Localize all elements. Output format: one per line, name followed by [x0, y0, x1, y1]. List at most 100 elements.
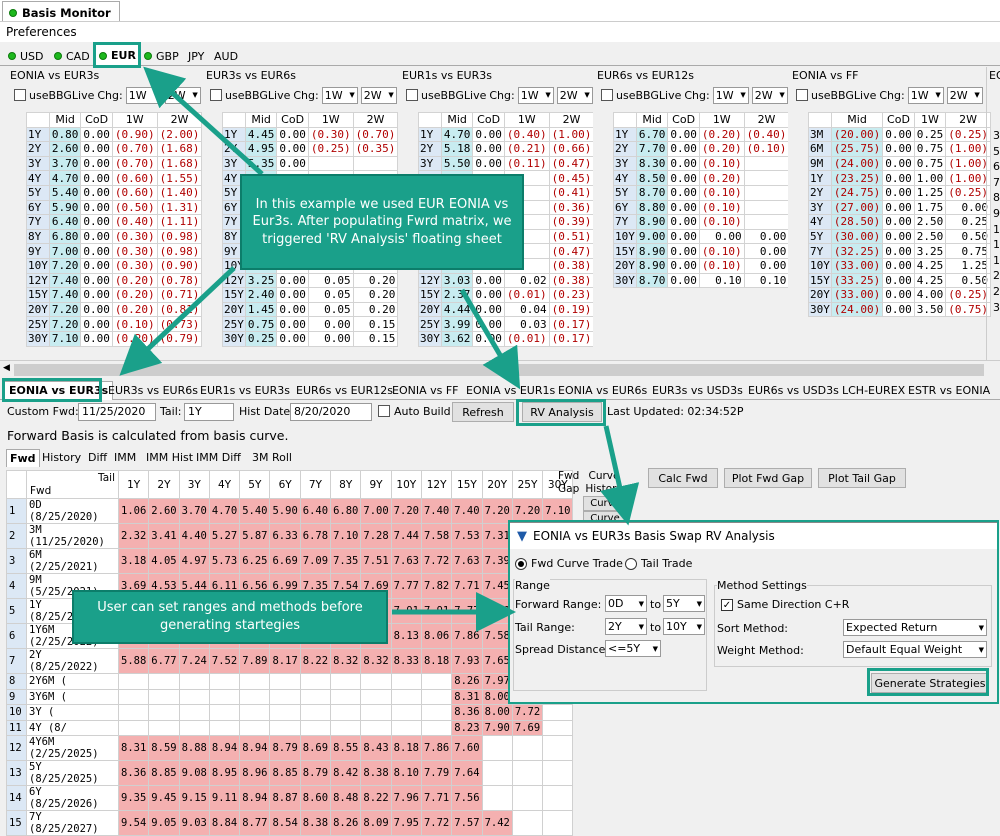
grid-cell[interactable]: [178, 688, 210, 705]
grid-cell[interactable]: 0.50: [945, 272, 991, 289]
grid-cell[interactable]: 0.00: [276, 155, 309, 172]
grid-cell[interactable]: 7.42: [481, 810, 513, 836]
grid-cell[interactable]: 0.00: [276, 126, 309, 143]
grid-cell[interactable]: 5.50: [440, 155, 474, 172]
grid-cell[interactable]: 4.70: [208, 498, 241, 524]
grid-cell[interactable]: 8.94: [239, 785, 271, 811]
grid-cell[interactable]: 9.00: [635, 228, 669, 245]
grid-cell[interactable]: 0.00: [667, 257, 700, 274]
custom-fwd-input[interactable]: 11/25/2020: [78, 403, 156, 421]
grid-cell[interactable]: 0.20: [352, 272, 399, 289]
grid-cell[interactable]: 0.00: [80, 155, 113, 172]
grid-cell[interactable]: 4.40: [178, 523, 210, 549]
scroll-left-icon[interactable]: ◀: [3, 363, 10, 373]
grid-cell[interactable]: (1.00): [548, 126, 595, 143]
grid-cell[interactable]: 5.90: [48, 199, 82, 216]
grid-cell[interactable]: [511, 810, 544, 836]
grid-cell[interactable]: 2.60: [148, 498, 180, 524]
grid-cell[interactable]: (0.25): [307, 141, 354, 157]
grid-cell[interactable]: 0.00: [80, 330, 113, 347]
grid-cell[interactable]: 8.06: [420, 623, 453, 649]
grid-cell[interactable]: [352, 155, 399, 172]
grid-cell[interactable]: 2.40: [244, 287, 278, 303]
grid-cell[interactable]: 0.02: [503, 272, 550, 289]
grid-cell[interactable]: (0.66): [548, 141, 595, 157]
grid-cell[interactable]: 8.84: [208, 810, 241, 836]
grid-cell[interactable]: (0.25): [945, 287, 991, 303]
grid-cell[interactable]: 8.32: [360, 648, 392, 674]
currency-tab-gbp[interactable]: GBP: [140, 47, 183, 65]
grid-cell[interactable]: 8.30: [635, 155, 669, 172]
grid-cell[interactable]: 0.00: [80, 141, 113, 157]
grid-cell[interactable]: 8.77: [239, 810, 271, 836]
grid-cell[interactable]: (1.68): [156, 141, 203, 157]
grid-cell[interactable]: 3.25: [244, 272, 278, 289]
grid-cell[interactable]: [390, 673, 422, 690]
grid-cell[interactable]: 8.38: [360, 760, 392, 786]
grid-cell[interactable]: 0.05: [307, 287, 354, 303]
grid-cell[interactable]: 5.87: [239, 523, 271, 549]
grid-cell[interactable]: (0.45): [548, 170, 595, 186]
grid-cell[interactable]: [299, 688, 332, 705]
grid-cell[interactable]: [360, 719, 392, 736]
grid-cell[interactable]: [542, 785, 574, 811]
grid-cell[interactable]: (24.00): [830, 155, 884, 172]
grid-cell[interactable]: (1.00): [945, 141, 991, 157]
grid-cell[interactable]: (0.90): [111, 126, 158, 143]
grid-cell[interactable]: 0.75: [913, 141, 947, 157]
grid-cell[interactable]: [330, 688, 362, 705]
grid-cell[interactable]: 7.20: [390, 498, 422, 524]
grid-cell[interactable]: 0.10: [698, 272, 745, 289]
grid-cell[interactable]: [420, 688, 453, 705]
grid-cell[interactable]: 8.90: [635, 214, 669, 230]
grid-cell[interactable]: 8.85: [269, 760, 301, 786]
grid-cell[interactable]: 7.93: [451, 648, 483, 674]
pair-tab[interactable]: EONIA vs EUR1s: [466, 384, 555, 397]
grid-cell[interactable]: 4.97: [178, 548, 210, 574]
grid-cell[interactable]: 0.00: [80, 170, 113, 186]
tail-input[interactable]: 1Y: [184, 403, 234, 421]
grid-cell[interactable]: 7.20: [48, 257, 82, 274]
grid-cell[interactable]: (0.30): [111, 243, 158, 259]
grid-cell[interactable]: 8.42: [330, 760, 362, 786]
grid-cell[interactable]: 4.44: [440, 301, 474, 318]
grid-cell[interactable]: [148, 719, 180, 736]
grid-cell[interactable]: (0.71): [156, 287, 203, 303]
grid-cell[interactable]: (0.78): [156, 272, 203, 289]
currency-tab-aud[interactable]: AUD: [210, 47, 242, 65]
grid-cell[interactable]: 3.70: [178, 498, 210, 524]
grid-cell[interactable]: 4.95: [244, 141, 278, 157]
grid-cell[interactable]: 0.00: [472, 155, 505, 172]
grid-cell[interactable]: 8.18: [420, 648, 453, 674]
grid-cell[interactable]: [330, 704, 362, 721]
grid-cell[interactable]: [148, 688, 180, 705]
grid-cell[interactable]: 9.45: [148, 785, 180, 811]
grid-cell[interactable]: 4.70: [48, 170, 82, 186]
grid-cell[interactable]: (20.00): [830, 126, 884, 143]
chg-select-2[interactable]: 2W ▼: [360, 86, 397, 104]
grid-cell[interactable]: (0.10): [698, 243, 745, 259]
grid-cell[interactable]: [299, 673, 332, 690]
grid-cell[interactable]: 7.20: [48, 301, 82, 318]
grid-cell[interactable]: 8.36: [451, 704, 483, 721]
pair-tab[interactable]: LCH-EUREX: [842, 384, 905, 397]
grid-cell[interactable]: 0.00: [667, 228, 700, 245]
grid-cell[interactable]: [239, 704, 271, 721]
grid-cell[interactable]: (0.30): [307, 126, 354, 143]
grid-cell[interactable]: 7.40: [48, 272, 82, 289]
grid-cell[interactable]: 7.90: [481, 719, 513, 736]
grid-cell[interactable]: 0.00: [307, 330, 354, 347]
grid-cell[interactable]: 6.40: [48, 214, 82, 230]
usebbg-checkbox[interactable]: [796, 89, 808, 101]
currency-tab-usd[interactable]: USD: [4, 47, 48, 65]
app-tab[interactable]: Basis Monitor: [2, 1, 120, 21]
grid-cell[interactable]: 8.26: [451, 673, 483, 690]
chg-select-1[interactable]: 1W ▼: [321, 86, 358, 104]
grid-cell[interactable]: (0.11): [503, 155, 550, 172]
grid-cell[interactable]: 0.00: [743, 228, 790, 245]
usebbg-checkbox[interactable]: [14, 89, 26, 101]
chg-select-1[interactable]: 1W ▼: [125, 86, 162, 104]
grid-cell[interactable]: (0.40): [503, 126, 550, 143]
grid-cell[interactable]: 0.00: [667, 214, 700, 230]
grid-cell[interactable]: 7.89: [239, 648, 271, 674]
